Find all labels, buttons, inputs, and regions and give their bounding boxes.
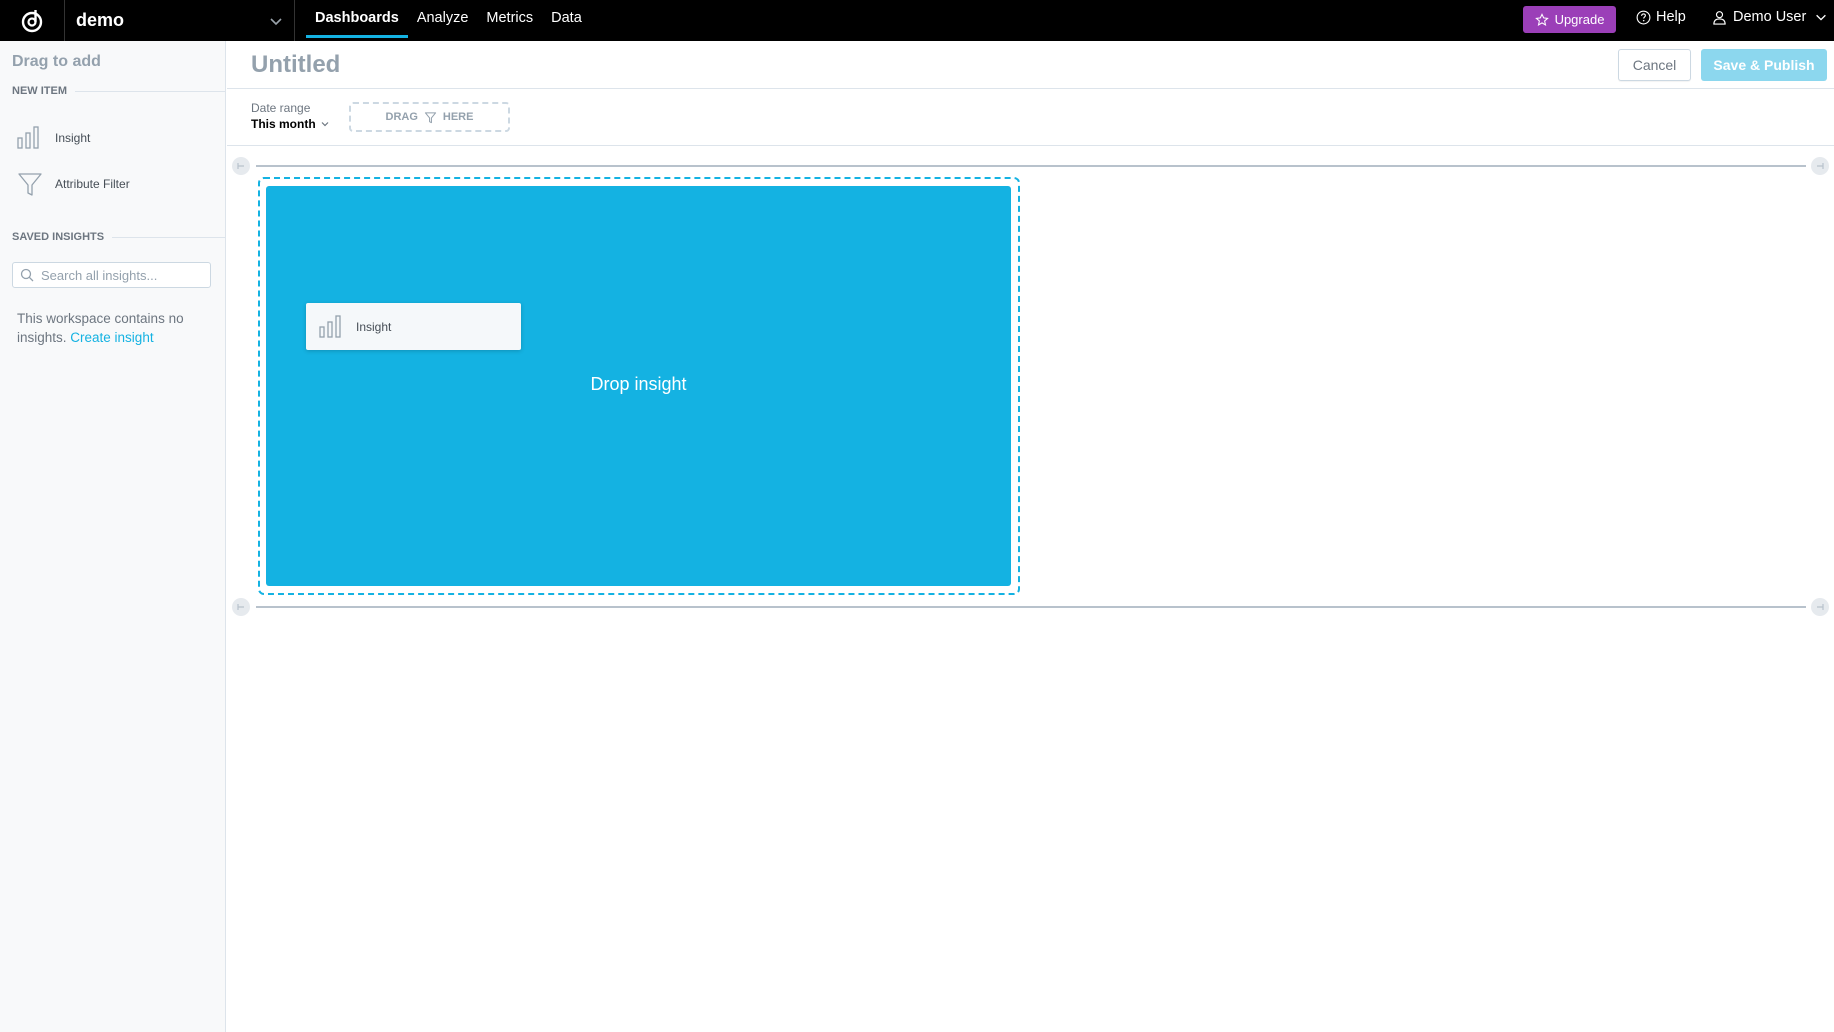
nav-tab-metrics[interactable]: Metrics (477, 0, 542, 41)
date-range-value-text: This month (251, 117, 316, 131)
filter-drop-zone[interactable]: DRAG HERE (349, 102, 510, 132)
nav-tab-dashboards[interactable]: Dashboards (306, 0, 408, 41)
search-input[interactable] (41, 267, 201, 283)
new-item-heading: NEW ITEM (12, 85, 226, 97)
insight-search[interactable] (12, 262, 211, 288)
drag-label: DRAG (385, 111, 418, 123)
main-nav: Dashboards Analyze Metrics Data (306, 0, 591, 41)
funnel-icon (16, 170, 44, 198)
divider (294, 0, 295, 41)
workspace-name[interactable]: demo (76, 10, 124, 31)
divider (112, 236, 226, 238)
dragged-insight-label: Insight (356, 319, 392, 334)
user-icon (1713, 10, 1726, 25)
search-icon (20, 268, 34, 282)
dashboard-title[interactable]: Untitled (251, 51, 340, 79)
sidebar-item-attribute-filter[interactable]: Attribute Filter (16, 168, 206, 200)
upgrade-label: Upgrade (1554, 12, 1605, 27)
bar-chart-icon (319, 314, 341, 338)
sidebar-item-label: Attribute Filter (55, 177, 130, 191)
user-menu[interactable]: Demo User (1712, 9, 1828, 25)
user-name: Demo User (1733, 9, 1807, 25)
funnel-icon (424, 111, 437, 123)
date-range-value: This month (251, 117, 330, 131)
chevron-down-icon (321, 122, 329, 127)
upgrade-button[interactable]: Upgrade (1523, 6, 1616, 33)
section-top-line (256, 165, 1806, 167)
divider (75, 90, 226, 92)
saved-insights-heading-label: SAVED INSIGHTS (12, 231, 105, 243)
section-handle-right-icon[interactable] (1811, 598, 1829, 616)
cancel-button[interactable]: Cancel (1618, 49, 1691, 81)
nav-tab-data[interactable]: Data (542, 0, 591, 41)
sidebar-item-label: Insight (55, 131, 91, 145)
divider (227, 88, 1834, 89)
section-handle-left-icon[interactable] (232, 598, 250, 616)
top-navigation-bar: demo Dashboards Analyze Metrics Data Upg… (0, 0, 1834, 41)
empty-insights-message: This workspace contains no insights. Cre… (17, 309, 197, 347)
here-label: HERE (442, 111, 474, 123)
insight-drop-zone[interactable]: Drop insight Insight (266, 186, 1011, 586)
sidebar-item-insight[interactable]: Insight (16, 122, 206, 154)
saved-insights-heading: SAVED INSIGHTS (12, 231, 226, 243)
dragged-insight-card[interactable]: Insight (306, 303, 521, 350)
dashboard-editor: Untitled Cancel Save & Publish Date rang… (227, 41, 1834, 1032)
star-icon (1534, 12, 1549, 26)
date-range-label: Date range (251, 101, 311, 115)
new-item-heading-label: NEW ITEM (12, 85, 67, 97)
workspace-chevron-down-icon[interactable] (268, 13, 284, 29)
drag-sidebar: Drag to add NEW ITEM Insight Attribute F… (0, 41, 226, 1032)
help-label: Help (1656, 9, 1686, 25)
app-logo-icon[interactable] (16, 5, 48, 37)
create-insight-link[interactable]: Create insight (70, 330, 153, 345)
chevron-down-icon (1816, 14, 1827, 21)
question-circle-icon (1636, 10, 1651, 24)
drop-insight-label: Drop insight (590, 374, 687, 394)
help-button[interactable]: Help (1636, 9, 1686, 25)
divider (64, 0, 65, 41)
section-bottom-line (256, 606, 1806, 608)
divider (227, 145, 1834, 146)
date-range-filter[interactable]: Date range This month (251, 101, 330, 131)
save-publish-button[interactable]: Save & Publish (1701, 49, 1827, 81)
bar-chart-icon (16, 124, 44, 152)
sidebar-title: Drag to add (12, 53, 101, 70)
nav-tab-analyze[interactable]: Analyze (408, 0, 478, 41)
section-handle-left-icon[interactable] (232, 157, 250, 175)
section-handle-right-icon[interactable] (1811, 157, 1829, 175)
